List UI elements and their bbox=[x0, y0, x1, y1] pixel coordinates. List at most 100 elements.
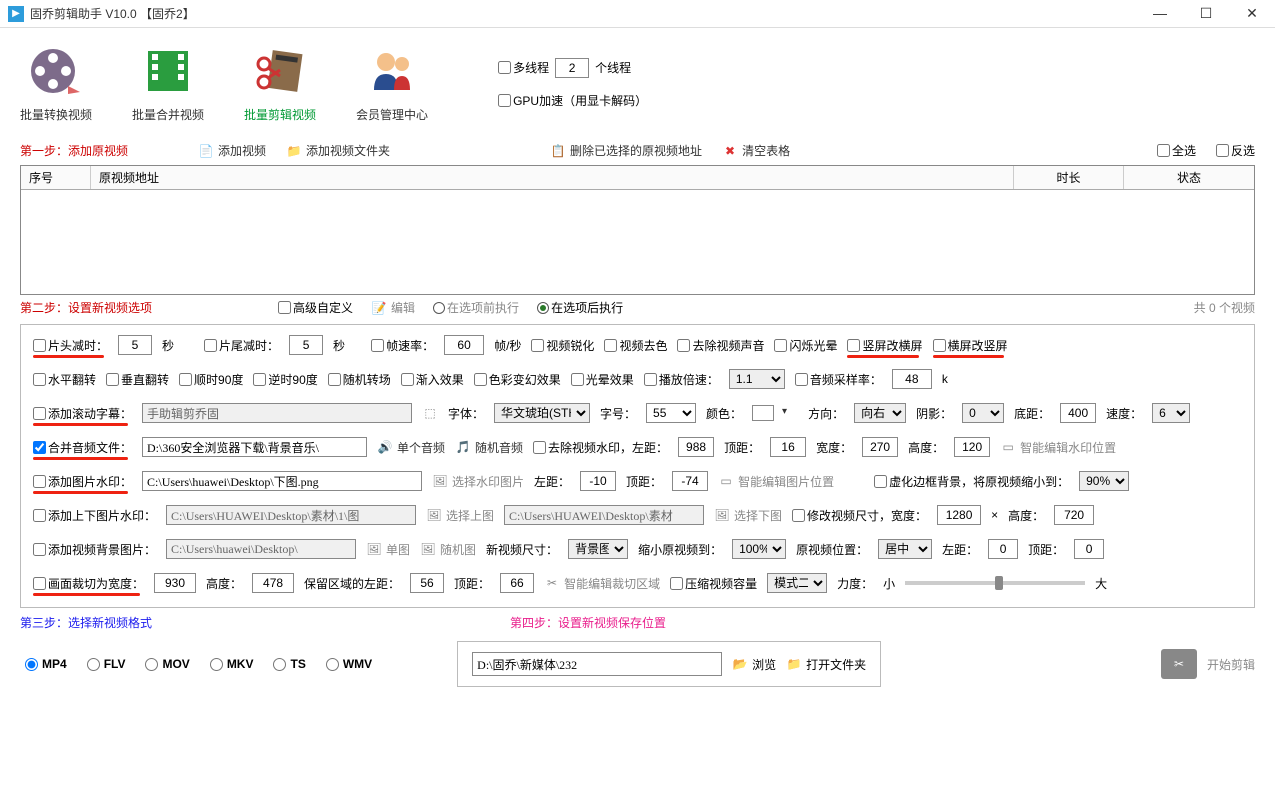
speed-checkbox[interactable]: 播放倍速： bbox=[644, 371, 719, 388]
shrink-select[interactable]: 100% bbox=[732, 539, 786, 559]
select-all-checkbox[interactable]: 全选 bbox=[1157, 142, 1196, 159]
head-trim-input[interactable] bbox=[118, 335, 152, 355]
subtitle-edit-icon[interactable]: ⬚ bbox=[422, 405, 438, 421]
size-select[interactable]: 55 bbox=[646, 403, 696, 423]
crop-checkbox[interactable]: 画面裁切为宽度： bbox=[33, 575, 144, 592]
pos-select[interactable]: 居中 bbox=[878, 539, 932, 559]
color-picker[interactable] bbox=[752, 405, 774, 421]
merge-audio-checkbox[interactable]: 合并音频文件： bbox=[33, 439, 132, 456]
speed2-select[interactable]: 6 bbox=[1152, 403, 1190, 423]
threads-input[interactable] bbox=[555, 58, 589, 78]
crop-h-input[interactable] bbox=[252, 573, 294, 593]
pos-l-input[interactable] bbox=[988, 539, 1018, 559]
rand-audio-radio[interactable]: 🎵随机音频 bbox=[455, 439, 523, 456]
start-button[interactable]: ✂ 开始剪辑 bbox=[1161, 649, 1255, 679]
bottom-input[interactable] bbox=[1060, 403, 1096, 423]
wm-left-input[interactable] bbox=[678, 437, 714, 457]
sharpen-checkbox[interactable]: 视频锐化 bbox=[531, 337, 594, 354]
img-wm-path-input[interactable] bbox=[142, 471, 422, 491]
select-bot-img-button[interactable]: 🖼选择下图 bbox=[714, 507, 782, 524]
compress-mode-select[interactable]: 模式二 bbox=[767, 573, 827, 593]
add-video-button[interactable]: 📄添加视频 bbox=[198, 142, 266, 159]
remove-wm-checkbox[interactable]: 去除视频水印，左距： bbox=[533, 439, 668, 456]
tab-edit[interactable]: 批量剪辑视频 bbox=[244, 43, 316, 123]
compress-checkbox[interactable]: 压缩视频容量 bbox=[670, 575, 757, 592]
format-mov[interactable]: MOV bbox=[145, 657, 189, 671]
h2v-checkbox[interactable]: 横屏改竖屏 bbox=[933, 337, 1008, 354]
fps-checkbox[interactable]: 帧速率： bbox=[371, 337, 434, 354]
strength-slider[interactable] bbox=[905, 581, 1085, 585]
sample-checkbox[interactable]: 音频采样率： bbox=[795, 371, 882, 388]
format-wmv[interactable]: WMV bbox=[326, 657, 372, 671]
smart-img-button[interactable]: ▭智能编辑图片位置 bbox=[718, 473, 834, 490]
edit-advanced-button[interactable]: 📝编辑 bbox=[371, 299, 415, 316]
format-flv[interactable]: FLV bbox=[87, 657, 126, 671]
dir-select[interactable]: 向右 bbox=[854, 403, 906, 423]
close-button[interactable]: ✕ bbox=[1237, 5, 1267, 22]
colorshift-checkbox[interactable]: 色彩变幻效果 bbox=[474, 371, 561, 388]
ccw90-checkbox[interactable]: 逆时90度 bbox=[253, 371, 317, 388]
smart-wm-button[interactable]: ▭智能编辑水印位置 bbox=[1000, 439, 1116, 456]
vflip-checkbox[interactable]: 垂直翻转 bbox=[106, 371, 169, 388]
rand-trans-checkbox[interactable]: 随机转场 bbox=[328, 371, 391, 388]
format-mp4[interactable]: MP4 bbox=[25, 657, 67, 671]
browse-button[interactable]: 📂浏览 bbox=[732, 656, 776, 673]
advanced-checkbox[interactable]: 高级自定义 bbox=[278, 299, 353, 316]
exec-before-radio[interactable]: 在选项前执行 bbox=[433, 299, 519, 316]
pos-t-input[interactable] bbox=[1074, 539, 1104, 559]
tab-convert[interactable]: 批量转换视频 bbox=[20, 43, 92, 123]
exec-after-radio[interactable]: 在选项后执行 bbox=[537, 299, 623, 316]
mute-checkbox[interactable]: 去除视频声音 bbox=[677, 337, 764, 354]
mod-h-input[interactable] bbox=[1054, 505, 1094, 525]
single-audio-radio[interactable]: 🔊单个音频 bbox=[377, 439, 445, 456]
subtitle-input[interactable] bbox=[142, 403, 412, 423]
video-table[interactable]: 序号 原视频地址 时长 状态 bbox=[20, 165, 1255, 295]
mod-size-checkbox[interactable]: 修改视频尺寸，宽度： bbox=[792, 507, 927, 524]
tab-merge[interactable]: 批量合并视频 bbox=[132, 43, 204, 123]
fadein-checkbox[interactable]: 渐入效果 bbox=[401, 371, 464, 388]
font-select[interactable]: 华文琥珀(STH bbox=[494, 403, 590, 423]
maximize-button[interactable]: ☐ bbox=[1191, 5, 1221, 22]
img-left-input[interactable] bbox=[580, 471, 616, 491]
select-wm-img-button[interactable]: 🖼选择水印图片 bbox=[432, 473, 524, 490]
cw90-checkbox[interactable]: 顺时90度 bbox=[179, 371, 243, 388]
tab-member[interactable]: 会员管理中心 bbox=[356, 43, 428, 123]
smart-crop-button[interactable]: ✂智能编辑裁切区域 bbox=[544, 575, 660, 592]
invert-select-checkbox[interactable]: 反选 bbox=[1216, 142, 1255, 159]
format-ts[interactable]: TS bbox=[273, 657, 305, 671]
crop-w-input[interactable] bbox=[154, 573, 196, 593]
hflip-checkbox[interactable]: 水平翻转 bbox=[33, 371, 96, 388]
img-wm-checkbox[interactable]: 添加图片水印： bbox=[33, 473, 132, 490]
flash-checkbox[interactable]: 闪烁光晕 bbox=[774, 337, 837, 354]
wm-width-input[interactable] bbox=[862, 437, 898, 457]
head-trim-checkbox[interactable]: 片头减时： bbox=[33, 337, 108, 354]
add-folder-button[interactable]: 📁添加视频文件夹 bbox=[286, 142, 390, 159]
gpu-checkbox[interactable]: GPU加速（用显卡解码） bbox=[498, 92, 647, 109]
ud-top-path-input[interactable] bbox=[166, 505, 416, 525]
format-mkv[interactable]: MKV bbox=[210, 657, 254, 671]
decolor-checkbox[interactable]: 视频去色 bbox=[604, 337, 667, 354]
audio-path-input[interactable] bbox=[142, 437, 367, 457]
speed-select[interactable]: 1.1 bbox=[729, 369, 785, 389]
tail-trim-checkbox[interactable]: 片尾减时： bbox=[204, 337, 279, 354]
save-path-input[interactable] bbox=[472, 652, 722, 676]
subtitle-checkbox[interactable]: 添加滚动字幕： bbox=[33, 405, 132, 422]
ud-bot-path-input[interactable] bbox=[504, 505, 704, 525]
shadow-select[interactable]: 0 bbox=[962, 403, 1004, 423]
bg-img-checkbox[interactable]: 添加视频背景图片： bbox=[33, 541, 156, 558]
sample-input[interactable] bbox=[892, 369, 932, 389]
img-top-input[interactable] bbox=[672, 471, 708, 491]
ud-wm-checkbox[interactable]: 添加上下图片水印： bbox=[33, 507, 156, 524]
bg-path-input[interactable] bbox=[166, 539, 356, 559]
single-img-button[interactable]: 🖼单图 bbox=[366, 541, 410, 558]
select-top-img-button[interactable]: 🖼选择上图 bbox=[426, 507, 494, 524]
wm-height-input[interactable] bbox=[954, 437, 990, 457]
clear-table-button[interactable]: ✖清空表格 bbox=[722, 142, 790, 159]
open-folder-button[interactable]: 📁打开文件夹 bbox=[786, 656, 866, 673]
newsize-select[interactable]: 背景图 bbox=[568, 539, 628, 559]
blur-select[interactable]: 90% bbox=[1079, 471, 1129, 491]
minimize-button[interactable]: — bbox=[1145, 5, 1175, 22]
tail-trim-input[interactable] bbox=[289, 335, 323, 355]
blur-edge-checkbox[interactable]: 虚化边框背景，将原视频缩小到： bbox=[874, 473, 1069, 490]
v2h-checkbox[interactable]: 竖屏改横屏 bbox=[847, 337, 922, 354]
